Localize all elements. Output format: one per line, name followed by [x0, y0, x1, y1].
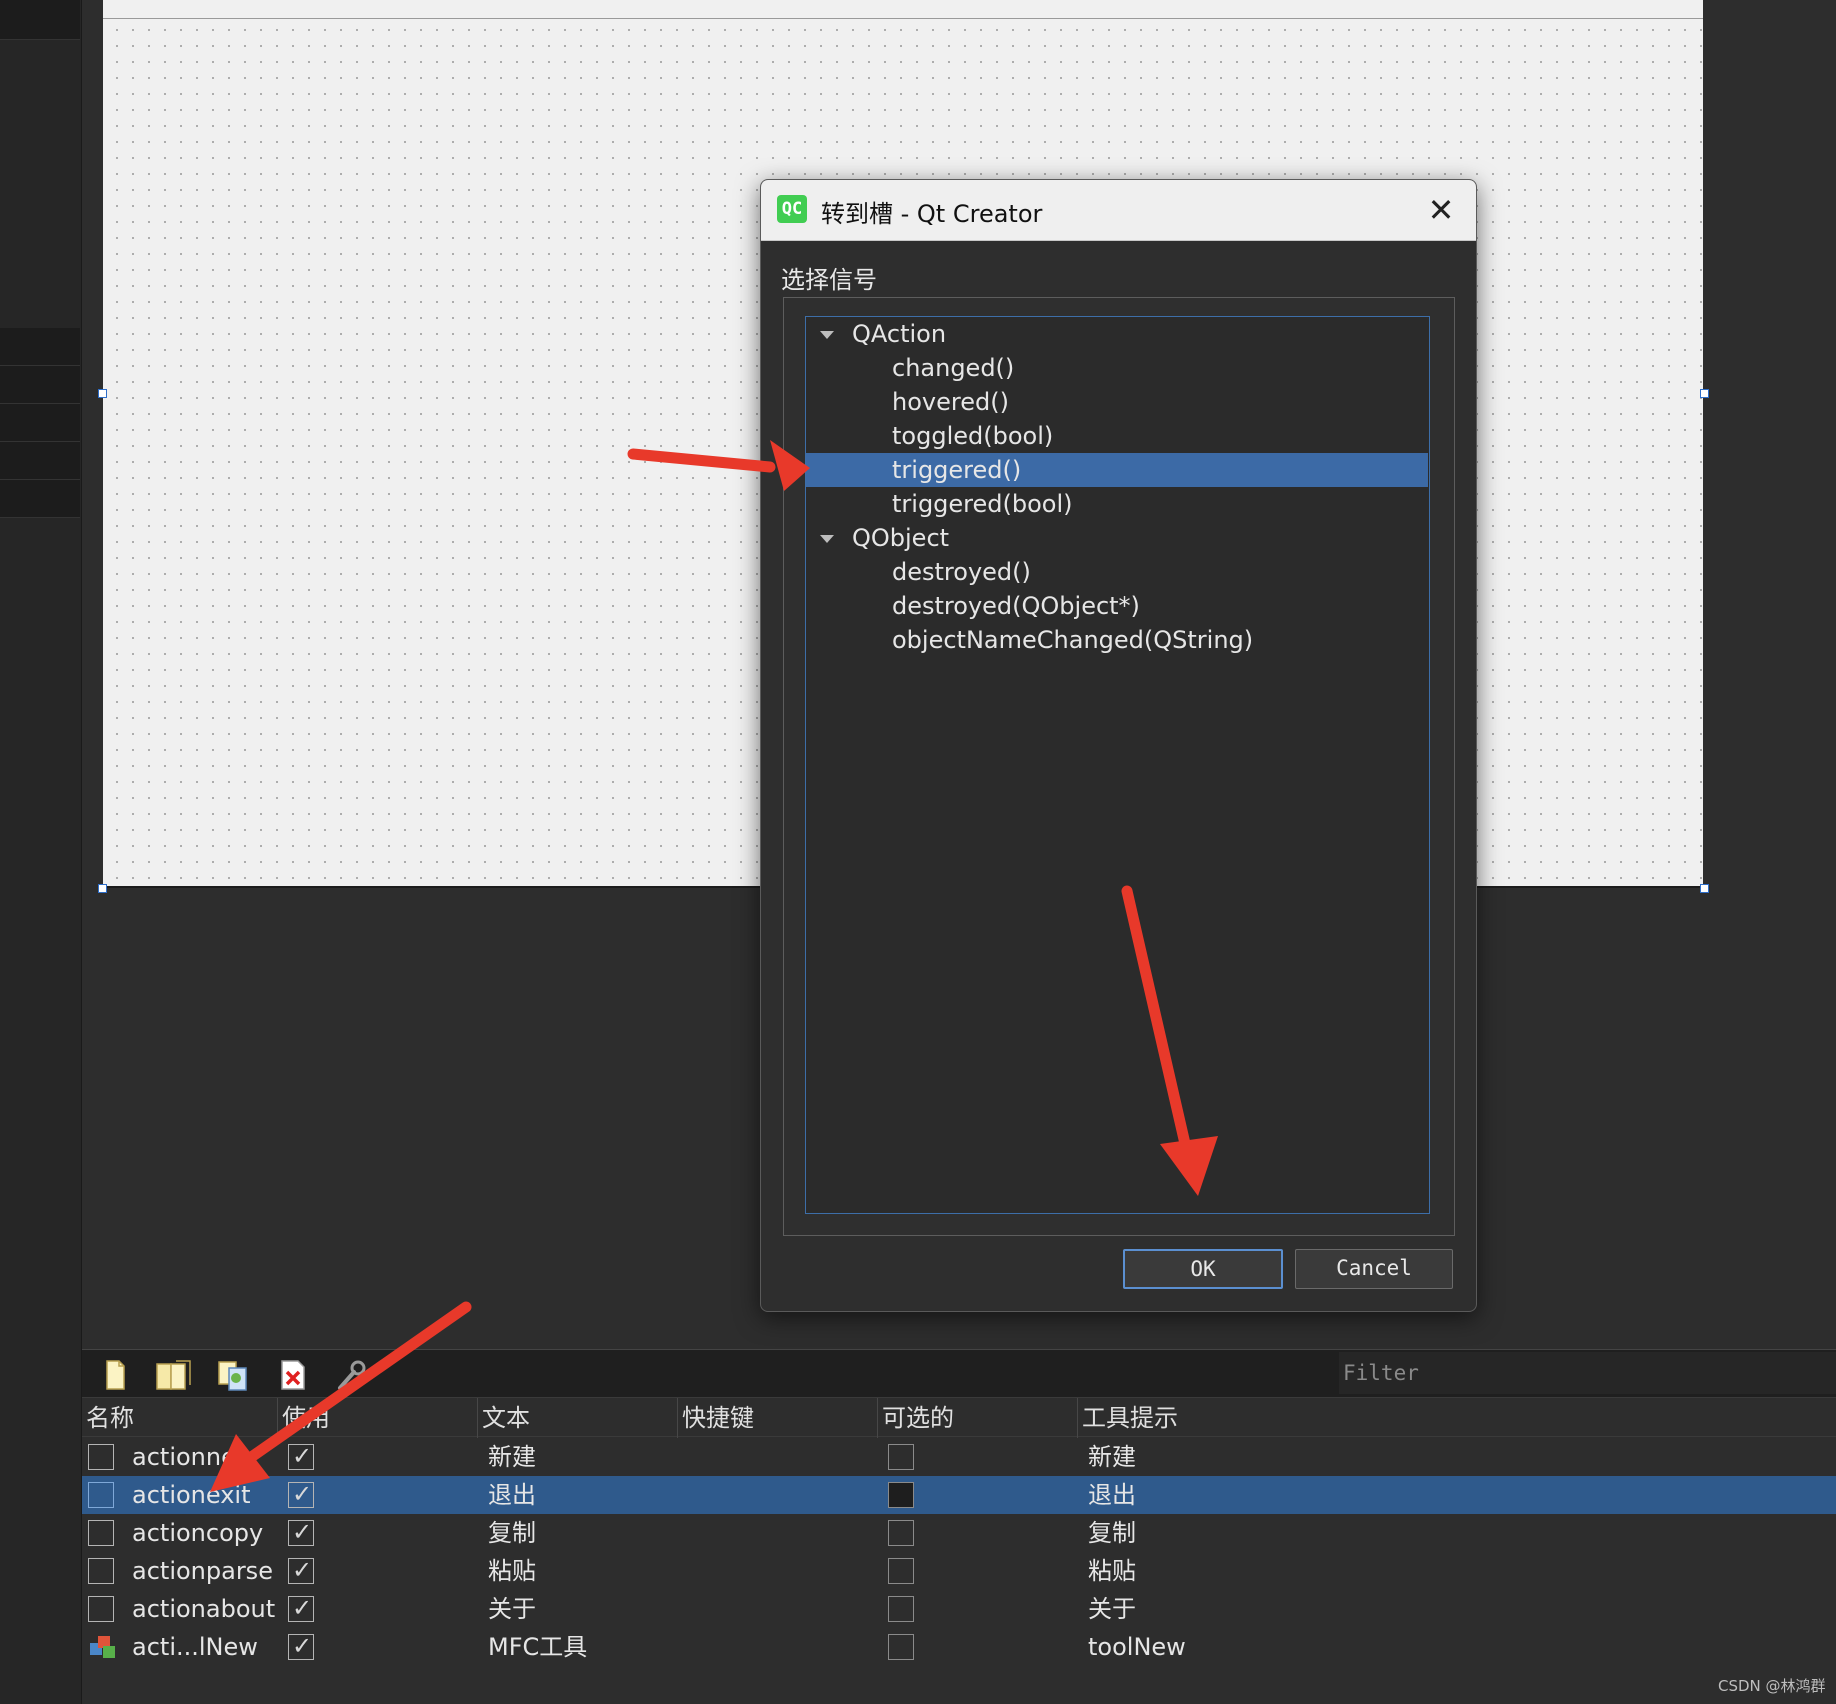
tree-item-signal[interactable]: changed() [806, 351, 1428, 385]
expand-arrow-icon[interactable] [820, 331, 834, 339]
sidebar-block[interactable] [0, 442, 80, 480]
tree-item-signal[interactable]: objectNameChanged(QString) [806, 623, 1428, 657]
signal-label: destroyed() [892, 558, 1031, 586]
sidebar-block[interactable] [0, 328, 80, 366]
new-action-folder-icon[interactable] [154, 1358, 194, 1392]
action-text: 退出 [488, 1481, 536, 1509]
qt-creator-icon: QC [777, 195, 807, 223]
column-header-checkable[interactable]: 可选的 [878, 1398, 1078, 1438]
close-icon[interactable]: ✕ [1421, 190, 1461, 230]
table-row[interactable]: actionabout 关于 关于 [82, 1589, 1836, 1628]
action-icon-placeholder [88, 1482, 114, 1508]
signal-label: toggled(bool) [892, 422, 1054, 450]
action-tooltip: toolNew [1088, 1633, 1186, 1661]
signal-label: objectNameChanged(QString) [892, 626, 1254, 654]
action-tooltip: 关于 [1088, 1595, 1136, 1623]
resize-handle[interactable] [1700, 389, 1709, 398]
sidebar-block[interactable] [0, 480, 80, 518]
signal-label: triggered(bool) [892, 490, 1073, 518]
action-name: actioncopy [132, 1519, 264, 1547]
copy-action-icon[interactable] [216, 1358, 250, 1392]
table-row-selected[interactable]: actionexit 退出 退出 [82, 1475, 1836, 1514]
column-header-tooltip[interactable]: 工具提示 [1078, 1398, 1836, 1438]
action-name: actionexit [132, 1481, 251, 1509]
expand-arrow-icon[interactable] [820, 535, 834, 543]
action-text: 粘贴 [488, 1557, 536, 1585]
signal-label: destroyed(QObject*) [892, 592, 1140, 620]
action-tooltip: 新建 [1088, 1443, 1136, 1471]
action-text: 关于 [488, 1595, 536, 1623]
sidebar-block[interactable] [0, 404, 80, 442]
dialog-titlebar: QC 转到槽 - Qt Creator ✕ [761, 180, 1476, 241]
new-action-icon[interactable] [98, 1358, 132, 1392]
signal-tree[interactable]: QAction changed() hovered() toggled(bool… [805, 316, 1430, 1214]
resize-handle[interactable] [98, 389, 107, 398]
checkable-checkbox[interactable] [888, 1444, 914, 1470]
action-tooltip: 复制 [1088, 1519, 1136, 1547]
filter-input[interactable] [1339, 1352, 1836, 1394]
column-header-used[interactable]: 使用 [278, 1398, 478, 1438]
action-name: actionabout [132, 1595, 276, 1623]
table-row[interactable]: actionnew 新建 新建 [82, 1437, 1836, 1476]
watermark: CSDN @林鸿群 [1718, 1677, 1826, 1695]
column-header-shortcut[interactable]: 快捷键 [678, 1398, 878, 1438]
action-icon-placeholder [88, 1520, 114, 1546]
signal-label: changed() [892, 354, 1015, 382]
action-text: 新建 [488, 1443, 536, 1471]
used-checkbox[interactable] [288, 1437, 314, 1475]
action-text: MFC工具 [488, 1633, 588, 1661]
delete-action-icon[interactable] [276, 1358, 310, 1392]
tree-item-signal[interactable]: destroyed() [806, 555, 1428, 589]
sidebar-block[interactable] [0, 366, 80, 404]
tree-item-signal[interactable]: triggered(bool) [806, 487, 1428, 521]
action-text: 复制 [488, 1519, 536, 1547]
table-row[interactable]: acti...lNew MFC工具 toolNew [82, 1627, 1836, 1666]
dialog-title: 转到槽 - Qt Creator [821, 200, 1043, 228]
signal-label: triggered() [892, 456, 1022, 484]
checkable-checkbox[interactable] [888, 1596, 914, 1622]
checkable-checkbox[interactable] [888, 1558, 914, 1584]
resize-handle[interactable] [1700, 884, 1709, 893]
select-signal-label: 选择信号 [781, 266, 877, 294]
go-to-slot-dialog: QC 转到槽 - Qt Creator ✕ 选择信号 QAction chang… [760, 179, 1477, 1312]
action-icon-placeholder [88, 1596, 114, 1622]
used-checkbox[interactable] [288, 1627, 314, 1665]
action-table-header: 名称 使用 文本 快捷键 可选的 工具提示 [82, 1397, 1836, 1438]
ok-button[interactable]: OK [1123, 1249, 1283, 1289]
table-row[interactable]: actioncopy 复制 复制 [82, 1513, 1836, 1552]
signal-label: hovered() [892, 388, 1009, 416]
table-row[interactable]: actionparse 粘贴 粘贴 [82, 1551, 1836, 1590]
action-tooltip: 粘贴 [1088, 1557, 1136, 1585]
action-name: acti...lNew [132, 1633, 258, 1661]
left-sidebar [0, 0, 82, 1704]
tree-group-qaction[interactable]: QAction [806, 317, 1428, 351]
configure-icon[interactable] [334, 1358, 368, 1392]
tree-item-signal[interactable]: toggled(bool) [806, 419, 1428, 453]
used-checkbox[interactable] [288, 1513, 314, 1551]
cancel-button[interactable]: Cancel [1295, 1249, 1453, 1289]
tree-group-label: QAction [852, 320, 947, 348]
checkable-checkbox[interactable] [888, 1482, 914, 1508]
sidebar-block[interactable] [0, 0, 80, 40]
action-name: actionnew [132, 1443, 256, 1471]
used-checkbox[interactable] [288, 1475, 314, 1513]
checkable-checkbox[interactable] [888, 1634, 914, 1660]
tree-item-signal[interactable]: hovered() [806, 385, 1428, 419]
tree-group-label: QObject [852, 524, 950, 552]
column-header-name[interactable]: 名称 [82, 1398, 278, 1438]
action-icon-placeholder [88, 1444, 114, 1470]
checkable-checkbox[interactable] [888, 1520, 914, 1546]
used-checkbox[interactable] [288, 1551, 314, 1589]
resize-handle[interactable] [98, 884, 107, 893]
action-tooltip: 退出 [1088, 1481, 1136, 1509]
tree-item-signal-selected[interactable]: triggered() [806, 453, 1428, 487]
tree-item-signal[interactable]: destroyed(QObject*) [806, 589, 1428, 623]
action-name: actionparse [132, 1557, 273, 1585]
form-menubar[interactable] [103, 0, 1703, 19]
action-icon-placeholder [88, 1558, 114, 1584]
used-checkbox[interactable] [288, 1589, 314, 1627]
column-header-text[interactable]: 文本 [478, 1398, 678, 1438]
tree-group-qobject[interactable]: QObject [806, 521, 1428, 555]
mfc-tool-icon [90, 1636, 115, 1658]
